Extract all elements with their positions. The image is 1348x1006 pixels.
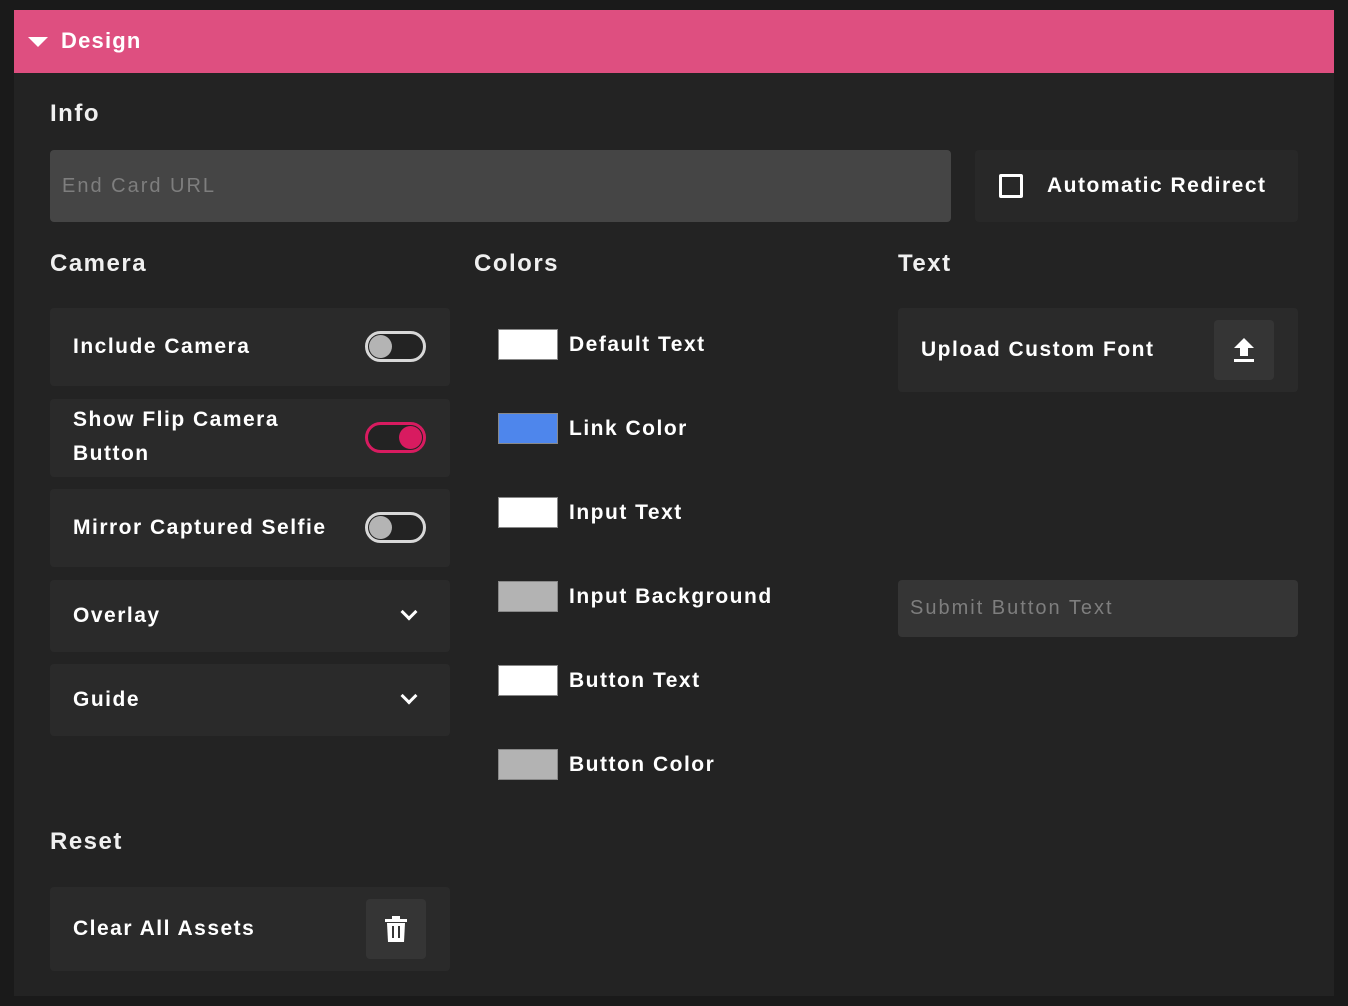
include-camera-label: Include Camera: [73, 335, 251, 358]
upload-custom-font-row: Upload Custom Font: [898, 308, 1298, 392]
trash-icon: [385, 916, 407, 942]
color-label: Button Color: [569, 753, 716, 776]
chevron-down-icon: [400, 687, 418, 705]
upload-custom-font-label: Upload Custom Font: [921, 338, 1155, 361]
color-row: Link Color: [498, 413, 818, 445]
end-card-url-input[interactable]: [50, 150, 951, 222]
chevron-down-icon: [400, 603, 418, 621]
automatic-redirect-checkbox[interactable]: [999, 174, 1023, 198]
color-swatch[interactable]: [498, 749, 558, 780]
color-row: Button Color: [498, 749, 818, 781]
overlay-label: Overlay: [73, 604, 161, 627]
flip-camera-toggle[interactable]: [365, 422, 426, 453]
mirror-selfie-row: Mirror Captured Selfie: [50, 489, 450, 567]
mirror-selfie-toggle[interactable]: [365, 512, 426, 543]
colors-section-title: Colors: [474, 250, 560, 277]
toggle-knob: [369, 516, 392, 539]
submit-button-text-input[interactable]: [898, 580, 1298, 637]
clear-assets-button[interactable]: [366, 899, 426, 959]
upload-icon: [1234, 338, 1254, 362]
color-row: Input Background: [498, 581, 818, 613]
clear-assets-label: Clear All Assets: [73, 917, 256, 940]
caret-down-icon[interactable]: [28, 37, 48, 47]
color-swatch[interactable]: [498, 329, 558, 360]
guide-label: Guide: [73, 688, 141, 711]
mirror-selfie-label: Mirror Captured Selfie: [73, 516, 327, 539]
color-row: Button Text: [498, 665, 818, 697]
overlay-dropdown[interactable]: Overlay: [50, 580, 450, 652]
color-swatch[interactable]: [498, 665, 558, 696]
camera-section-title: Camera: [50, 250, 148, 277]
design-header-title: Design: [61, 28, 142, 53]
color-row: Input Text: [498, 497, 818, 529]
toggle-knob: [369, 335, 392, 358]
guide-dropdown[interactable]: Guide: [50, 664, 450, 736]
toggle-knob: [399, 426, 422, 449]
include-camera-toggle[interactable]: [365, 331, 426, 362]
reset-section-title: Reset: [50, 828, 123, 855]
color-swatch[interactable]: [498, 581, 558, 612]
clear-assets-row: Clear All Assets: [50, 887, 450, 971]
automatic-redirect-label: Automatic Redirect: [1047, 174, 1267, 197]
color-label: Input Background: [569, 585, 773, 608]
color-label: Link Color: [569, 417, 688, 440]
automatic-redirect-option[interactable]: Automatic Redirect: [975, 150, 1298, 222]
color-label: Default Text: [569, 333, 706, 356]
color-swatch[interactable]: [498, 497, 558, 528]
color-row: Default Text: [498, 329, 818, 361]
color-label: Input Text: [569, 501, 683, 524]
color-label: Button Text: [569, 669, 701, 692]
info-section-title: Info: [50, 100, 100, 127]
upload-font-button[interactable]: [1214, 320, 1274, 380]
design-panel: Design Info Automatic Redirect Camera In…: [14, 10, 1334, 996]
design-header[interactable]: Design: [14, 10, 1334, 73]
include-camera-row: Include Camera: [50, 308, 450, 386]
flip-camera-label: Show Flip Camera Button: [73, 408, 280, 465]
color-swatch[interactable]: [498, 413, 558, 444]
text-section-title: Text: [898, 250, 952, 277]
flip-camera-row: Show Flip Camera Button: [50, 399, 450, 477]
